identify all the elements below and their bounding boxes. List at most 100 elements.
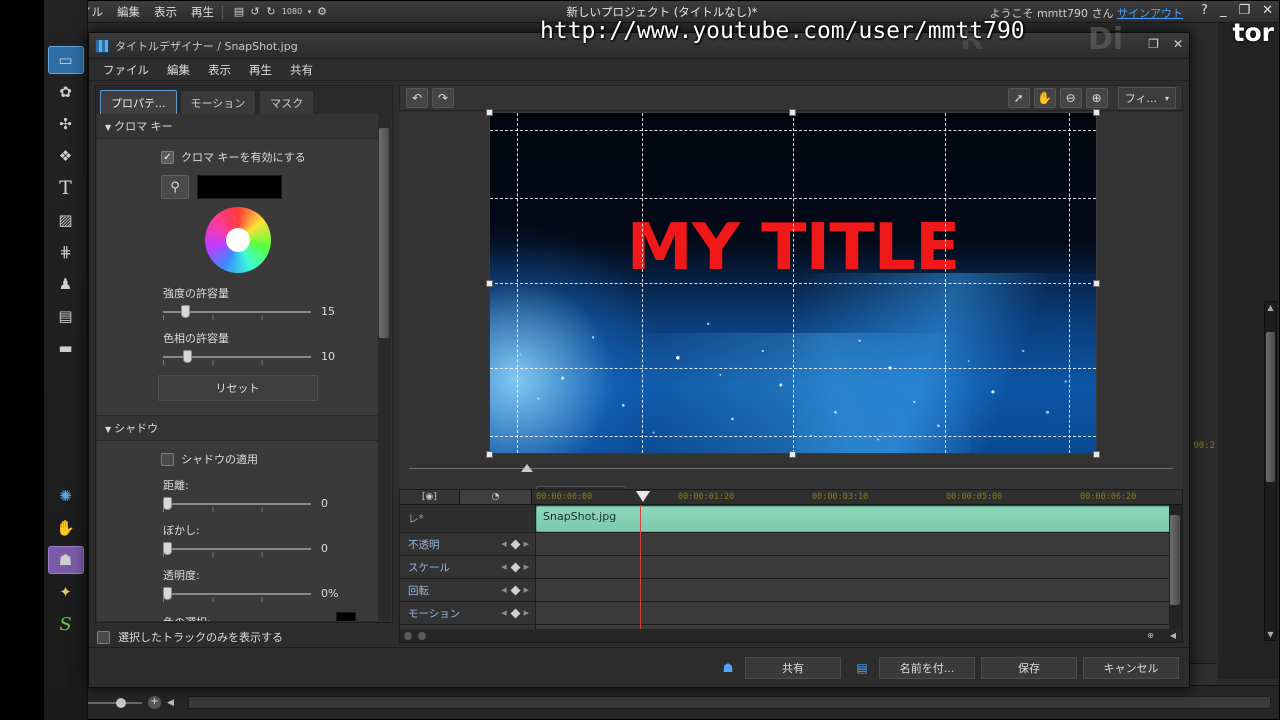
chevron-down-icon[interactable]: ▾ bbox=[305, 5, 314, 19]
saveas-icon[interactable]: ▤ bbox=[851, 659, 873, 677]
color-wheel-knob[interactable] bbox=[225, 228, 250, 252]
eyedropper-icon[interactable]: ⚲ bbox=[161, 175, 189, 199]
selection-handle-tc[interactable] bbox=[789, 109, 796, 116]
hue-tolerance-knob[interactable] bbox=[183, 349, 192, 363]
shadow-distance-knob[interactable] bbox=[163, 496, 172, 510]
only-selected-track-row[interactable]: ✓ 選択したトラックのみを表示する bbox=[97, 629, 283, 645]
save-as-button[interactable]: 名前を付... bbox=[879, 656, 975, 679]
timeline-vertical-scrollbar[interactable] bbox=[1169, 505, 1182, 629]
redo-icon[interactable]: ↻ bbox=[263, 5, 279, 19]
selection-handle-tr[interactable] bbox=[1093, 109, 1100, 116]
dialog-menu-play[interactable]: 再生 bbox=[249, 62, 272, 78]
shadow-distance-slider[interactable] bbox=[163, 496, 311, 512]
timeline-row-label[interactable]: モーション ◀ ▶ bbox=[400, 602, 536, 624]
keyframe-controls[interactable]: ◀ ▶ bbox=[501, 562, 529, 572]
hue-tolerance-slider[interactable] bbox=[163, 349, 311, 365]
zoom-in-button[interactable]: + bbox=[148, 696, 161, 709]
chroma-enable-checkbox[interactable]: ✓ bbox=[161, 150, 174, 164]
subtitle-room-icon[interactable]: ▬ bbox=[48, 334, 84, 362]
timeline-ruler[interactable]: 00:00:00:00 00:00:01:20 00:00:03:10 00:0… bbox=[532, 490, 1182, 504]
dialog-menu-file[interactable]: ファイル bbox=[103, 62, 149, 78]
scrollbar-thumb[interactable] bbox=[379, 128, 389, 338]
selection-handle-ml[interactable] bbox=[486, 280, 493, 287]
chroma-enable-row[interactable]: ✓ クロマ キーを有効にする bbox=[105, 149, 370, 165]
app-menu-edit[interactable]: 編集 bbox=[117, 4, 140, 20]
undo-icon[interactable]: ↶ bbox=[406, 88, 428, 108]
select-arrow-icon[interactable]: ➚ bbox=[1007, 88, 1030, 108]
timeline-playhead-handle[interactable] bbox=[636, 491, 650, 502]
redo-icon[interactable]: ↷ bbox=[432, 88, 454, 108]
selection-handle-mr[interactable] bbox=[1093, 280, 1100, 287]
app-vertical-scrollbar[interactable]: ▲ ▼ bbox=[1264, 301, 1277, 641]
script-icon[interactable]: S bbox=[48, 610, 84, 638]
zoom-in-icon[interactable]: ⊕ bbox=[1085, 88, 1108, 108]
minimize-button[interactable]: _ bbox=[1220, 3, 1227, 18]
person-icon[interactable]: ☗ bbox=[47, 546, 84, 574]
save-button[interactable]: 保存 bbox=[981, 656, 1077, 679]
intensity-tolerance-knob[interactable] bbox=[181, 304, 190, 318]
media-room-icon[interactable]: ▭ bbox=[47, 46, 84, 74]
selection-handle-br[interactable] bbox=[1093, 451, 1100, 458]
keyframe-controls[interactable]: ◀ ▶ bbox=[501, 539, 529, 549]
fit-dropdown[interactable]: フィ... ▾ bbox=[1117, 87, 1176, 109]
timeline-clip-lane[interactable]: SnapShot.jpg bbox=[536, 505, 1169, 532]
zoom-out-icon[interactable]: ⊖ bbox=[1059, 88, 1082, 108]
scrollbar-thumb[interactable] bbox=[1170, 515, 1180, 605]
maximize-button[interactable]: ❐ bbox=[1238, 3, 1250, 18]
shadow-apply-row[interactable]: ✓ シャドウの適用 bbox=[105, 451, 370, 467]
mixer-room-icon[interactable]: ⋕ bbox=[48, 238, 84, 266]
gear-icon[interactable]: ⚙ bbox=[314, 5, 330, 19]
shadow-blur-knob[interactable] bbox=[163, 541, 172, 555]
timeline-lane[interactable] bbox=[536, 602, 1169, 624]
overlay-room-icon[interactable]: ▨ bbox=[48, 206, 84, 234]
preview-position-slider[interactable] bbox=[409, 464, 1173, 476]
wand-icon[interactable]: ✦ bbox=[48, 578, 84, 606]
close-button[interactable]: ✕ bbox=[1262, 3, 1273, 18]
shadow-section-header[interactable]: ▼ シャドウ bbox=[97, 415, 378, 441]
timeline-lane[interactable] bbox=[536, 533, 1169, 555]
timeline-zoom-out-icon[interactable] bbox=[404, 631, 412, 640]
scroll-up-icon[interactable]: ▲ bbox=[1266, 303, 1275, 312]
app-menu-view[interactable]: 表示 bbox=[154, 4, 177, 20]
timeline-track-label[interactable]: レ* bbox=[400, 505, 536, 532]
app-horizontal-scrollbar[interactable] bbox=[187, 696, 1271, 709]
undo-icon[interactable]: ↺ bbox=[247, 5, 263, 19]
preview-title-text[interactable]: MY TITLE bbox=[490, 216, 1096, 280]
tab-mask[interactable]: マスク bbox=[259, 90, 315, 117]
share-user-icon[interactable]: ☗ bbox=[717, 659, 739, 677]
timeline-clock-button[interactable]: ◔ bbox=[460, 490, 532, 504]
effects-room-icon[interactable]: ✿ bbox=[48, 78, 84, 106]
hand-icon[interactable]: ✋ bbox=[48, 514, 84, 542]
signout-link[interactable]: サインアウト bbox=[1117, 7, 1183, 20]
chroma-key-section-header[interactable]: ▼ クロマ キー bbox=[97, 114, 378, 139]
only-selected-track-checkbox[interactable]: ✓ bbox=[97, 630, 110, 644]
app-menu-play[interactable]: 再生 bbox=[191, 4, 214, 20]
shadow-apply-checkbox[interactable]: ✓ bbox=[161, 452, 174, 466]
chroma-key-color-swatch[interactable] bbox=[197, 175, 282, 199]
tab-properties[interactable]: プロパテ... bbox=[100, 90, 177, 117]
selection-handle-bc[interactable] bbox=[789, 451, 796, 458]
preview-slider-thumb[interactable] bbox=[521, 464, 533, 472]
timeline-keyframe-button[interactable]: [◉] bbox=[400, 490, 460, 504]
scroll-left-icon[interactable]: ◀ bbox=[167, 698, 174, 708]
voice-room-icon[interactable]: ♟ bbox=[48, 270, 84, 298]
shadow-color-swatch[interactable] bbox=[336, 612, 356, 621]
preview-canvas[interactable]: MY TITLE bbox=[489, 112, 1097, 454]
selection-handle-bl[interactable] bbox=[486, 451, 493, 458]
timeline-row-label[interactable]: 不透明 ◀ ▶ bbox=[400, 533, 536, 555]
timeline-lane[interactable] bbox=[536, 556, 1169, 578]
timeline-row-label[interactable]: スケール ◀ ▶ bbox=[400, 556, 536, 578]
selection-handle-tl[interactable] bbox=[486, 109, 493, 116]
zoom-slider-thumb[interactable] bbox=[116, 697, 126, 708]
magic-motion-icon[interactable]: ✺ bbox=[48, 482, 84, 510]
timeline-zoom-in-icon[interactable] bbox=[418, 631, 426, 640]
reset-button[interactable]: リセット bbox=[157, 375, 318, 401]
shadow-opacity-knob[interactable] bbox=[163, 586, 172, 600]
scrollbar-thumb[interactable] bbox=[1266, 332, 1275, 482]
cancel-button[interactable]: キャンセル bbox=[1083, 656, 1179, 679]
transition-room-icon[interactable]: ✣ bbox=[48, 110, 84, 138]
particle-room-icon[interactable]: ❖ bbox=[48, 142, 84, 170]
resolution-icon[interactable]: 1080 bbox=[279, 5, 305, 19]
scroll-down-icon[interactable]: ▼ bbox=[1266, 630, 1275, 639]
property-scrollbar[interactable] bbox=[378, 114, 391, 621]
